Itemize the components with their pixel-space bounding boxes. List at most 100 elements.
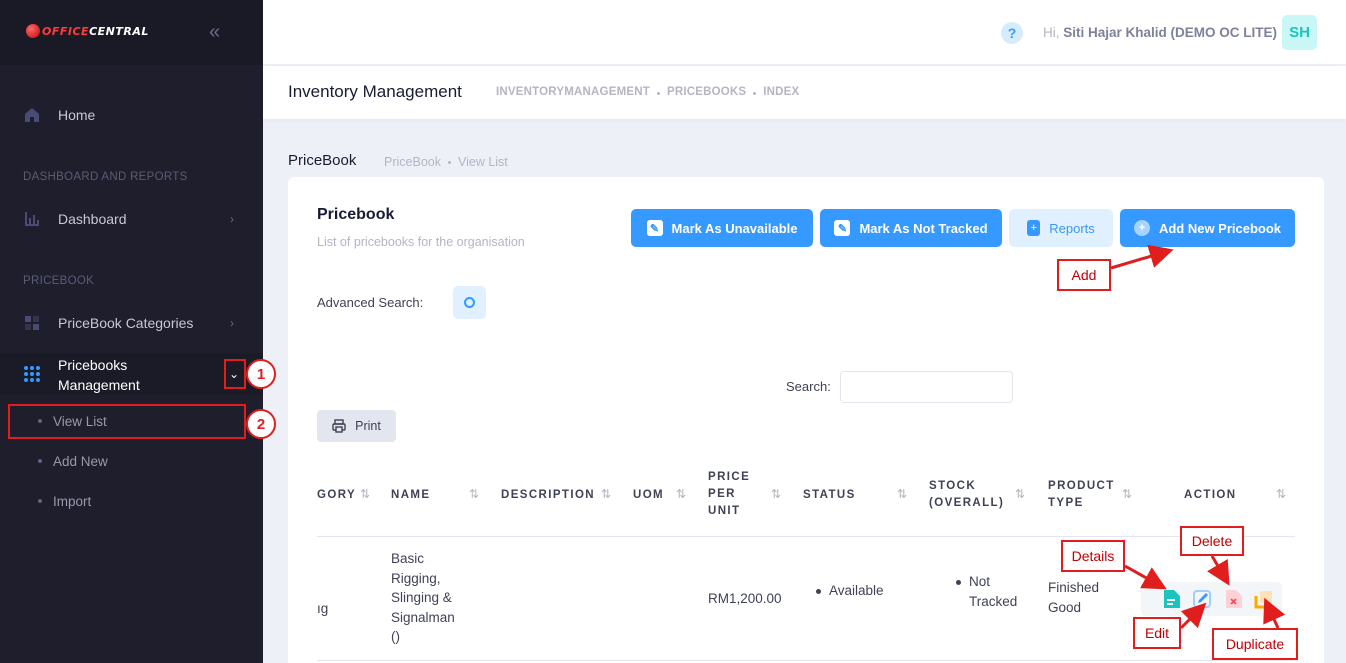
details-button[interactable]: [1161, 588, 1183, 610]
sort-icon[interactable]: ⇅: [1276, 487, 1286, 501]
breadcrumb-item[interactable]: PRICEBOOKS: [667, 86, 746, 98]
user-greeting[interactable]: Hi, Siti Hajar Khalid (DEMO OC LITE): [1043, 25, 1277, 40]
cell-category: ıg: [317, 601, 329, 616]
annotation-step-2: 2: [246, 409, 276, 439]
search-input[interactable]: [840, 371, 1013, 403]
sort-icon[interactable]: ⇅: [601, 487, 611, 501]
annotation-delete: Delete: [1180, 526, 1244, 556]
breadcrumb-item[interactable]: INVENTORYMANAGEMENT: [496, 86, 650, 98]
sort-icon[interactable]: ⇅: [469, 487, 479, 501]
sort-icon[interactable]: ⇅: [676, 487, 686, 501]
cell-name: Basic Rigging, Slinging & Signalman (): [391, 549, 455, 647]
sort-icon[interactable]: ⇅: [360, 487, 370, 501]
chevron-right-icon: ›: [230, 316, 234, 330]
mark-not-tracked-label: Mark As Not Tracked: [859, 220, 988, 236]
column-header-category[interactable]: GORY: [317, 487, 356, 504]
breadcrumb-separator: [753, 92, 757, 95]
plus-circle-icon: +: [1133, 220, 1150, 236]
management-label-line2: Management: [58, 377, 140, 393]
annotation-details: Details: [1061, 540, 1125, 572]
sidebar-label-home: Home: [58, 107, 96, 123]
duplicate-button[interactable]: [1253, 588, 1275, 610]
type-header-line1: PRODUCT: [1048, 480, 1115, 492]
sort-icon[interactable]: ⇅: [1015, 487, 1025, 501]
search-icon: [464, 297, 475, 308]
pencil-icon: [1193, 590, 1211, 608]
duplicate-icon: [1254, 591, 1272, 609]
sidebar-subitem-add-new[interactable]: Add New: [0, 443, 263, 479]
sidebar: OFFICECENTRAL « Home DASHBOARD AND REPOR…: [0, 0, 263, 663]
sort-icon[interactable]: ⇅: [897, 487, 907, 501]
sort-icon[interactable]: ⇅: [771, 487, 781, 501]
chevron-right-icon: ›: [230, 212, 234, 226]
mark-unavailable-button[interactable]: ✎ Mark As Unavailable: [631, 209, 813, 247]
officecentral-logo[interactable]: OFFICECENTRAL: [26, 24, 149, 38]
card-title: Pricebook: [317, 206, 395, 223]
add-new-pricebook-button[interactable]: + Add New Pricebook: [1120, 209, 1295, 247]
column-header-price[interactable]: PRICE PER UNIT: [708, 469, 750, 520]
column-header-uom[interactable]: UOM: [633, 487, 664, 504]
name-line: Rigging,: [391, 570, 441, 586]
apps-grid-icon: [24, 366, 40, 382]
breadcrumb-item[interactable]: PriceBook: [384, 155, 441, 169]
avatar[interactable]: SH: [1282, 15, 1317, 50]
edit-icon: ✎: [646, 220, 663, 236]
annotation-step-1: 1: [246, 359, 276, 389]
cell-stock: Not Tracked: [956, 572, 1017, 611]
sidebar-item-pricebook-categories[interactable]: PriceBook Categories ›: [0, 312, 263, 334]
column-header-description[interactable]: DESCRIPTION: [501, 487, 595, 504]
stock-header-line2: (OVERALL): [929, 497, 1005, 509]
type-header-line2: TYPE: [1048, 497, 1084, 509]
print-button[interactable]: Print: [317, 410, 396, 442]
pricebook-card: Pricebook List of pricebooks for the org…: [288, 177, 1324, 663]
breadcrumb-item[interactable]: View List: [458, 155, 508, 169]
card-subtitle: List of pricebooks for the organisation: [317, 235, 525, 249]
column-header-stock[interactable]: STOCK (OVERALL): [929, 478, 1004, 512]
row-actions: [1141, 582, 1282, 616]
cell-status: Available: [816, 581, 884, 601]
document-icon: [1164, 590, 1180, 608]
sort-icon[interactable]: ⇅: [1122, 487, 1132, 501]
top-header: ? Hi, Siti Hajar Khalid (DEMO OC LITE) S…: [263, 0, 1346, 65]
bullet-icon: [38, 499, 42, 503]
mark-not-tracked-button[interactable]: ✎ Mark As Not Tracked: [820, 209, 1002, 247]
home-icon: [25, 108, 39, 122]
column-header-action[interactable]: ACTION: [1184, 487, 1236, 504]
search-label: Search:: [786, 379, 831, 394]
name-line: Slinging &: [391, 590, 452, 605]
breadcrumb-item[interactable]: INDEX: [763, 86, 799, 98]
sidebar-subitem-import[interactable]: Import: [0, 483, 263, 519]
logo-text-b: CENTRAL: [89, 24, 149, 38]
delete-button[interactable]: [1223, 588, 1245, 610]
help-icon[interactable]: ?: [1001, 22, 1023, 44]
column-header-name[interactable]: NAME: [391, 487, 430, 504]
column-header-status[interactable]: STATUS: [803, 487, 856, 504]
edit-button[interactable]: [1191, 588, 1213, 610]
name-line: (): [391, 629, 400, 644]
print-label: Print: [355, 419, 381, 433]
section-pricebook: PRICEBOOK: [23, 275, 95, 287]
sidebar-label-pricebooks-management: Pricebooks Management: [58, 355, 140, 395]
user-name: Siti Hajar Khalid (DEMO OC LITE): [1063, 25, 1278, 40]
annotation-edit: Edit: [1133, 617, 1181, 649]
column-header-product-type[interactable]: PRODUCT TYPE: [1048, 478, 1115, 512]
bullet-icon: [956, 580, 961, 585]
sidebar-item-dashboard[interactable]: Dashboard ›: [0, 208, 263, 230]
collapse-sidebar-icon[interactable]: «: [209, 22, 220, 42]
subitem-label-import: Import: [53, 493, 92, 509]
cell-price: RM1,200.00: [708, 591, 782, 606]
logo-ball-icon: [26, 24, 40, 38]
sidebar-label-pricebook-categories: PriceBook Categories: [58, 315, 194, 331]
annotation-add: Add: [1057, 259, 1111, 291]
advanced-search-button[interactable]: [453, 286, 486, 319]
price-header-line3: UNIT: [708, 505, 741, 517]
annotation-box-chevron: [224, 359, 246, 389]
table-row-divider: [317, 660, 1295, 661]
section-breadcrumb: PriceBook View List: [384, 155, 508, 169]
reports-label: Reports: [1049, 220, 1095, 236]
annotation-duplicate: Duplicate: [1212, 628, 1298, 660]
reports-button[interactable]: + Reports: [1009, 209, 1113, 247]
subheader: Inventory Management INVENTORYMANAGEMENT…: [263, 66, 1346, 119]
delete-file-icon: [1226, 590, 1242, 608]
sidebar-item-home[interactable]: Home: [0, 104, 263, 126]
